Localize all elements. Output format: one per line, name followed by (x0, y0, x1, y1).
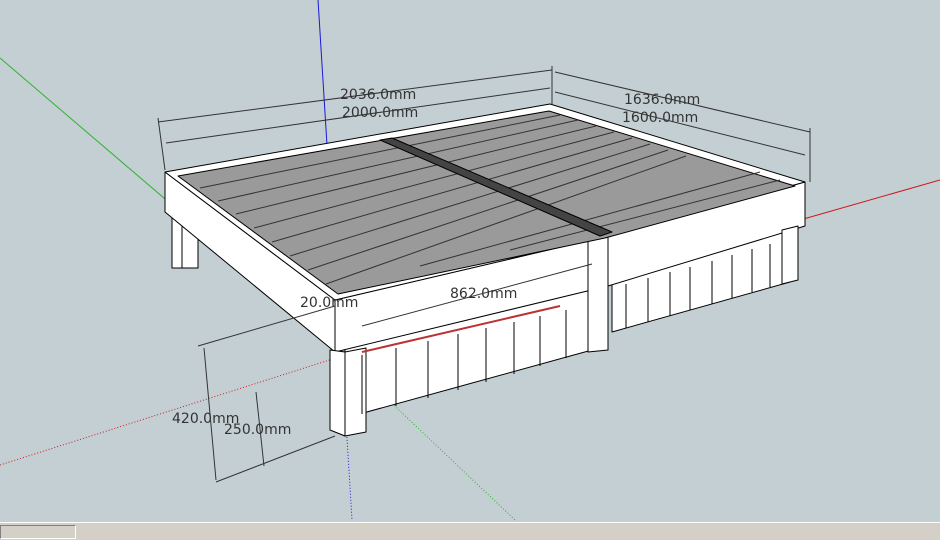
dim-leg-height: 250.0mm (224, 422, 291, 438)
dim-inner-length: 2000.0mm (342, 105, 418, 121)
back-right-leg (781, 225, 799, 285)
red-axis-hidden (0, 355, 343, 466)
modeling-viewport[interactable]: 2036.0mm 2000.0mm 1636.0mm 1600.0mm 862.… (0, 0, 940, 522)
status-field (0, 525, 76, 539)
dim-module-width: 862.0mm (450, 286, 517, 302)
dim-outer-width: 1636.0mm (624, 92, 700, 108)
front-left-leg (329, 349, 346, 437)
status-bar (0, 522, 940, 540)
dim-thickness: 20.0mm (300, 295, 358, 311)
bed-model[interactable] (164, 103, 806, 437)
dim-inner-width: 1600.0mm (622, 110, 698, 126)
red-axis (799, 179, 940, 221)
green-axis (0, 57, 179, 211)
dim-outer-length: 2036.0mm (340, 87, 416, 103)
center-post (587, 235, 609, 353)
